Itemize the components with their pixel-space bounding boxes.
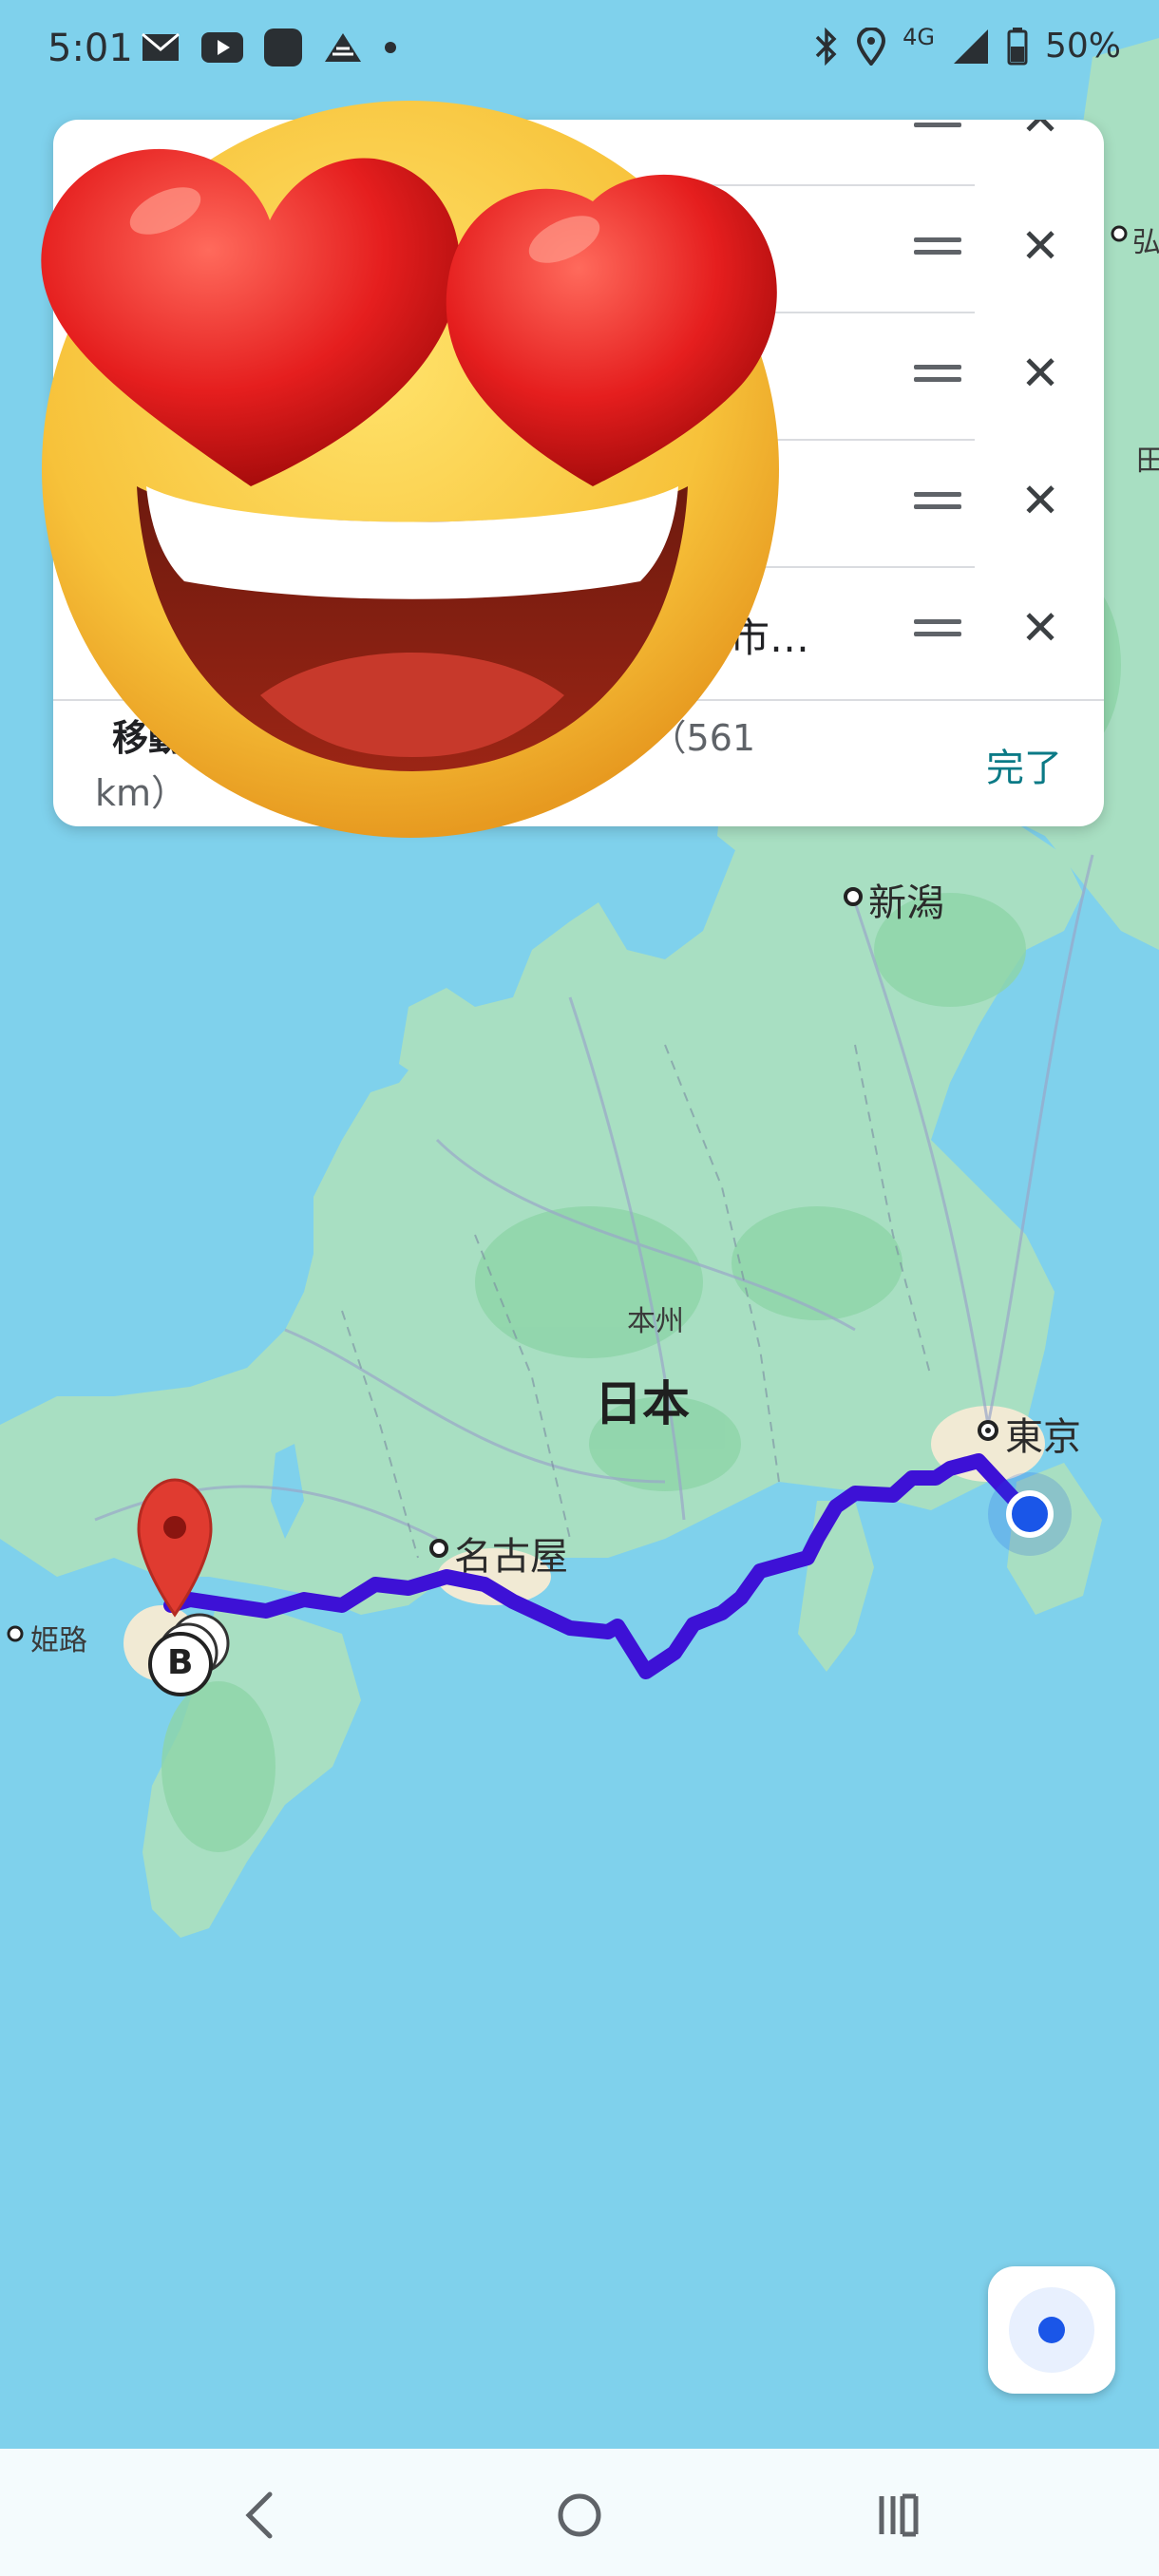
close-icon[interactable]: ✕: [1020, 473, 1060, 528]
waypoint-b-label: B: [167, 1643, 194, 1682]
network-type: 4G: [902, 23, 935, 50]
signal-icon: [953, 28, 988, 64]
close-icon[interactable]: ✕: [1020, 218, 1060, 274]
location-icon: [857, 27, 886, 66]
close-icon[interactable]: ✕: [1020, 120, 1060, 146]
label-nagoya: 名古屋: [454, 1535, 568, 1579]
drag-handle-icon[interactable]: [914, 612, 961, 650]
back-icon[interactable]: [222, 2477, 298, 2553]
label-himeji: 姫路: [30, 1624, 87, 1657]
system-nav-bar: [0, 2449, 1159, 2576]
label-edge-mid: 田: [1136, 445, 1159, 478]
heart-eyes-emoji-icon: [41, 101, 779, 838]
label-japan: 日本: [595, 1376, 690, 1431]
label-tokyo: 東京: [1005, 1415, 1081, 1459]
my-location-icon: [1009, 2287, 1094, 2373]
app-icon: [264, 28, 302, 66]
drag-handle-icon[interactable]: [914, 484, 961, 522]
app-triangle-icon: [325, 33, 361, 62]
current-location-dot: [1006, 1490, 1054, 1538]
battery-icon: [1007, 27, 1028, 65]
label-honshu: 本州: [627, 1305, 684, 1338]
done-button[interactable]: 完了: [986, 737, 1062, 792]
home-icon[interactable]: [542, 2477, 618, 2553]
drag-handle-icon[interactable]: [914, 357, 961, 395]
drag-handle-icon[interactable]: [914, 230, 961, 268]
battery-percent: 50%: [1044, 27, 1121, 66]
youtube-icon: [201, 32, 243, 63]
close-icon[interactable]: ✕: [1020, 346, 1060, 401]
my-location-button[interactable]: [988, 2266, 1115, 2394]
recents-icon[interactable]: [861, 2477, 937, 2553]
status-time: 5:01: [48, 27, 133, 70]
label-niigata: 新潟: [868, 881, 944, 925]
drag-handle-icon[interactable]: [914, 120, 961, 141]
bluetooth-icon: [815, 27, 837, 66]
mail-icon: [142, 32, 180, 61]
close-icon[interactable]: ✕: [1020, 600, 1060, 655]
label-edge-top: 弘: [1132, 226, 1159, 259]
dot-icon: [385, 42, 396, 53]
